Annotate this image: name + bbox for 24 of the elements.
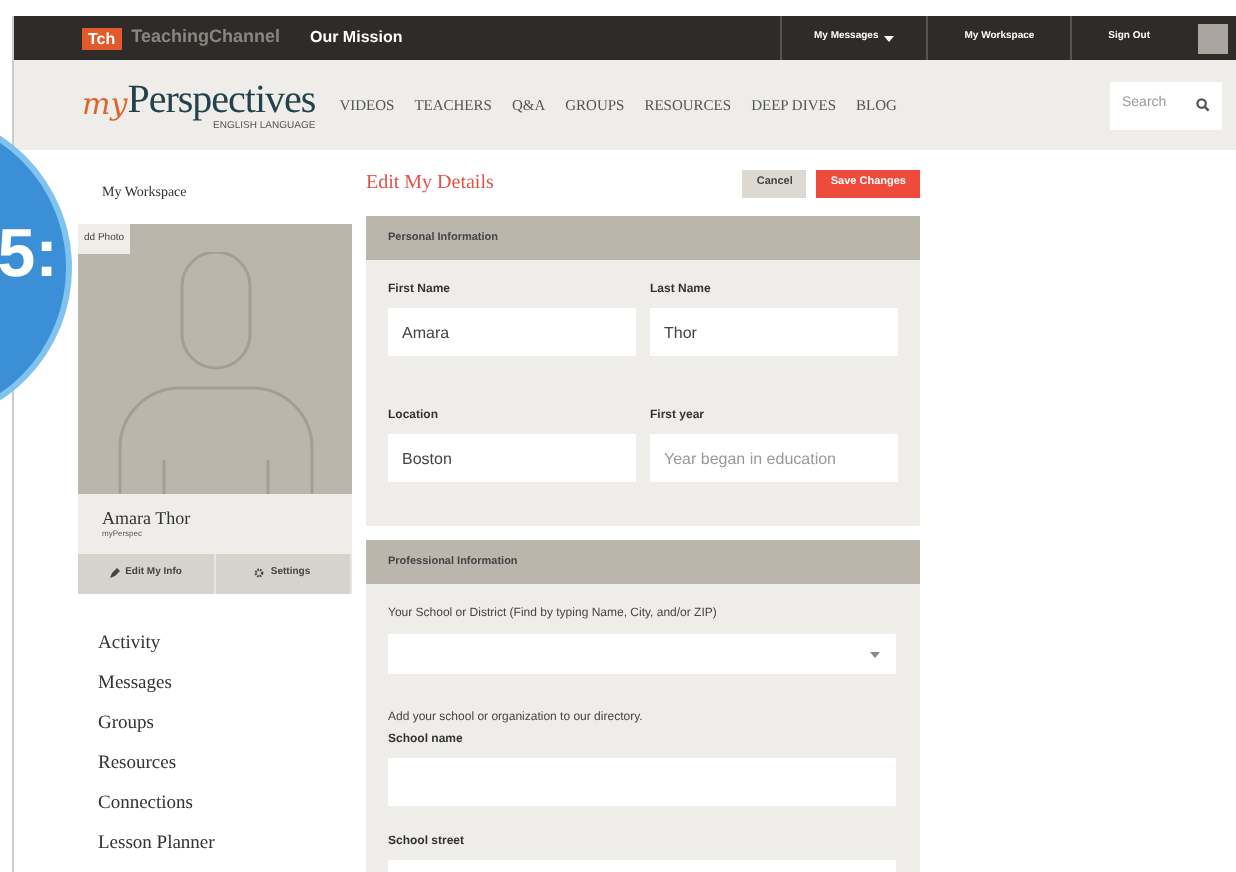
text-field[interactable]: Amara (388, 308, 636, 356)
text-field[interactable]: Thor (650, 308, 898, 356)
search-icon (1196, 98, 1210, 112)
text-field[interactable]: Boston (388, 434, 636, 482)
gear-icon (254, 568, 265, 578)
mission-link[interactable]: Our Mission (309, 26, 403, 50)
logo-prefix: my (82, 89, 128, 119)
avatar-thumbnail[interactable] (1198, 23, 1228, 53)
text-field[interactable]: Year began in education (650, 434, 898, 482)
profile-name: Amara Thor (102, 507, 193, 527)
sidebar-menu-item[interactable]: Connections (98, 789, 352, 817)
brand-name[interactable]: TeachingChannel (131, 24, 280, 52)
pencil-icon (109, 568, 120, 578)
sidebar-menu-item[interactable]: Lesson Planner (98, 829, 352, 857)
logo-badge: Tch (82, 27, 122, 49)
sidebar-menu-item[interactable]: Activity (98, 629, 352, 657)
page-title: Edit My Details (366, 170, 494, 198)
logo-wordmark: Perspectives (127, 79, 316, 119)
caret-icon (870, 651, 880, 657)
sidebar-menu-item[interactable]: Groups (98, 709, 352, 737)
caret-icon (884, 35, 895, 41)
sidebar-menu-item[interactable]: Messages (98, 669, 352, 697)
school-select[interactable] (388, 634, 896, 674)
sidebar-menu-item[interactable]: Resources (98, 749, 352, 777)
